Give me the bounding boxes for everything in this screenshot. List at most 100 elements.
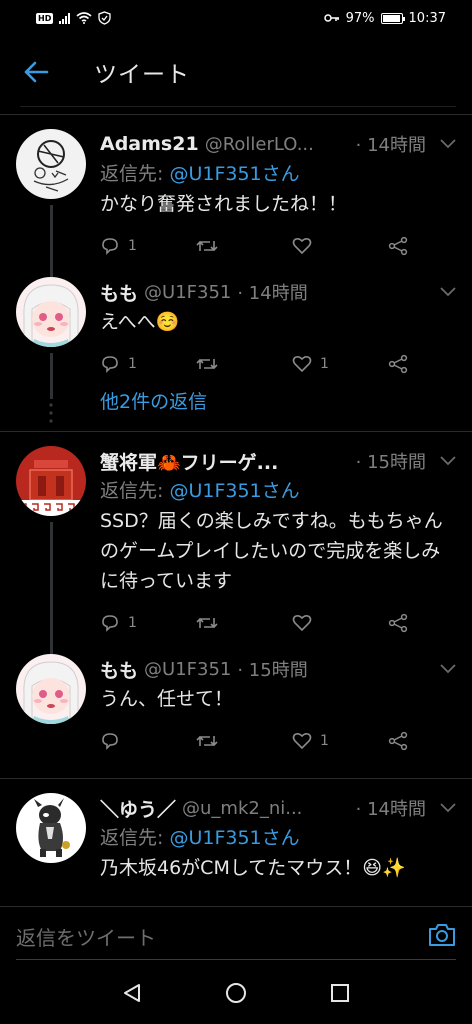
share-button[interactable]: [388, 236, 408, 256]
key-icon: [323, 14, 339, 22]
chevron-down-icon: [440, 664, 456, 674]
retweet-button[interactable]: [196, 732, 292, 750]
system-nav-bar: [0, 966, 472, 1024]
tweet-menu-button[interactable]: [426, 664, 456, 674]
reply-to-prefix: 返信先:: [100, 163, 170, 185]
reply-button[interactable]: 1: [100, 354, 196, 374]
author-name[interactable]: もも: [100, 656, 138, 683]
tweet-menu-button[interactable]: [426, 139, 456, 149]
arrow-left-icon: [24, 61, 49, 83]
mention-link[interactable]: @U1F351さん: [169, 827, 299, 849]
camera-button[interactable]: [428, 923, 456, 951]
nav-recents-button[interactable]: [329, 982, 351, 1008]
share-button[interactable]: [388, 613, 408, 633]
divider: [0, 778, 472, 779]
author-handle: @RollerLO...: [204, 133, 314, 155]
chevron-down-icon: [440, 803, 456, 813]
like-button[interactable]: 1: [292, 732, 388, 750]
tweet-menu-button[interactable]: [426, 456, 456, 466]
share-icon: [388, 613, 408, 633]
tweet-menu-button[interactable]: [426, 287, 456, 297]
author-handle: @u_mk2_ni...: [182, 797, 303, 819]
nav-back-button[interactable]: [121, 982, 143, 1008]
battery-percent: 97%: [345, 10, 375, 26]
tweet-actions: 1: [100, 718, 456, 764]
compose-underline: [16, 959, 456, 960]
camera-icon: [429, 923, 455, 946]
nav-home-button[interactable]: [224, 981, 248, 1009]
reply-feed[interactable]: Adams21 @RollerLO... · 14時間 返信先: @U1F351…: [0, 114, 472, 906]
like-count: 1: [320, 733, 329, 749]
tweet-momo-1[interactable]: もも @U1F351 · 14時間 えへへ☺️ 1 1: [0, 269, 472, 423]
avatar[interactable]: [16, 277, 86, 347]
more-replies-link[interactable]: 他2件の返信: [100, 387, 472, 417]
reply-button[interactable]: [100, 731, 196, 751]
thread-line: [50, 522, 53, 664]
timestamp: · 15時間: [237, 660, 308, 681]
tweet-menu-button[interactable]: [426, 803, 456, 813]
tweet-text: かなり奮発されましたね！！: [100, 193, 348, 215]
clock: 10:37: [408, 10, 446, 26]
avatar[interactable]: [16, 654, 86, 724]
retweet-icon: [196, 358, 218, 370]
triangle-back-icon: [123, 984, 140, 1002]
author-handle: @U1F351: [144, 658, 232, 680]
thread-dots: [49, 403, 53, 423]
retweet-icon: [196, 240, 218, 252]
like-count: 1: [320, 356, 329, 372]
battery-icon: [380, 12, 405, 24]
reply-compose-bar[interactable]: 返信をツイート: [0, 906, 472, 966]
heart-icon: [292, 614, 312, 632]
reply-button[interactable]: 1: [100, 236, 196, 256]
comment-icon: [102, 238, 118, 255]
author-name[interactable]: ＼ゆう／: [100, 795, 176, 822]
like-button[interactable]: [292, 614, 388, 632]
comment-icon: [102, 356, 118, 373]
author-handle: @U1F351: [144, 281, 232, 303]
tweet-actions: 1: [100, 600, 456, 646]
hd-badge: HD: [36, 12, 54, 24]
tweet-yuu[interactable]: ＼ゆう／ @u_mk2_ni... · 14時間 返信先: @U1F351さん …: [0, 793, 472, 883]
reply-to-prefix: 返信先:: [100, 827, 170, 849]
author-name[interactable]: Adams21: [100, 133, 199, 155]
retweet-button[interactable]: [196, 614, 292, 632]
comment-icon: [102, 615, 118, 632]
circle-home-icon: [225, 983, 246, 1003]
chevron-down-icon: [440, 456, 456, 466]
reply-to: 返信先: @U1F351さん: [100, 823, 456, 853]
page-title: ツイート: [94, 62, 190, 88]
square-recents-icon: [331, 984, 350, 1002]
tweet-kani-shogun[interactable]: 蟹将軍🦀フリーゲ... · 15時間 返信先: @U1F351さん SSD？届く…: [0, 446, 472, 664]
mention-link[interactable]: @U1F351さん: [169, 163, 299, 185]
heart-icon: [292, 237, 312, 255]
author-name[interactable]: もも: [100, 279, 138, 306]
tweet-text: SSD？届くの楽しみですね。ももちゃんのゲームプレイしたいので完成を楽しみに待っ…: [100, 510, 443, 592]
share-button[interactable]: [388, 354, 408, 374]
top-app-bar: ツイート: [0, 44, 472, 100]
retweet-button[interactable]: [196, 355, 292, 373]
avatar[interactable]: [16, 446, 86, 516]
back-button[interactable]: [6, 44, 66, 100]
timestamp: · 14時間: [355, 799, 426, 820]
share-button[interactable]: [388, 731, 408, 751]
wifi-icon: [76, 12, 92, 24]
tweet-text: うん、任せて！: [100, 688, 234, 710]
tweet-momo-2[interactable]: もも @U1F351 · 15時間 うん、任せて！ 1: [0, 646, 472, 764]
retweet-button[interactable]: [196, 237, 292, 255]
retweet-icon: [196, 735, 218, 747]
author-name[interactable]: 蟹将軍🦀フリーゲ...: [100, 448, 278, 475]
tweet-adams21[interactable]: Adams21 @RollerLO... · 14時間 返信先: @U1F351…: [0, 129, 472, 303]
avatar[interactable]: [16, 129, 86, 199]
avatar[interactable]: [16, 793, 86, 863]
reply-count: 1: [128, 356, 137, 372]
reply-to: 返信先: @U1F351さん: [100, 476, 456, 506]
signal-icon: [59, 12, 71, 24]
reply-input[interactable]: 返信をツイート: [16, 922, 428, 951]
reply-button[interactable]: 1: [100, 613, 196, 633]
timestamp: · 15時間: [355, 452, 426, 473]
like-button[interactable]: [292, 237, 388, 255]
share-icon: [388, 354, 408, 374]
mention-link[interactable]: @U1F351さん: [169, 480, 299, 502]
like-button[interactable]: 1: [292, 355, 388, 373]
chevron-down-icon: [440, 139, 456, 149]
